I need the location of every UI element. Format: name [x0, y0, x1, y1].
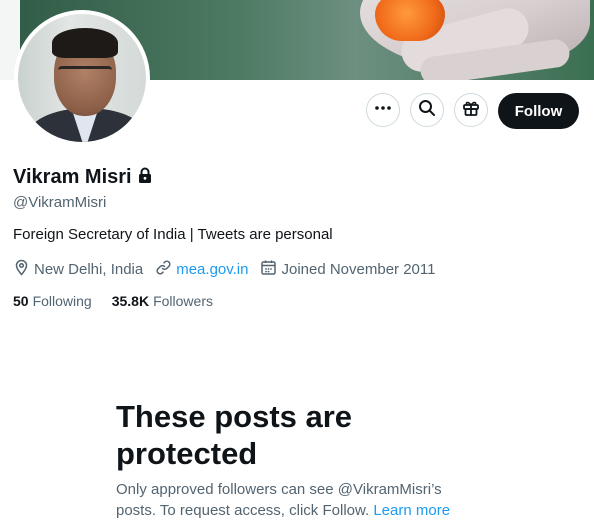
learn-more-link[interactable]: Learn more: [373, 502, 450, 519]
search-icon: [418, 99, 436, 122]
gift-icon: [462, 99, 480, 122]
follow-counts: 50 Following 35.8K Followers: [13, 293, 233, 309]
profile-meta: New Delhi, India mea.gov.in Joined Novem…: [13, 259, 447, 280]
protected-title: These posts are protected: [116, 399, 353, 471]
avatar-glasses: [58, 66, 112, 81]
avatar-hair: [52, 28, 118, 58]
more-icon: [374, 99, 392, 122]
location-text: New Delhi, India: [34, 261, 144, 278]
website-link[interactable]: mea.gov.in: [176, 261, 248, 278]
banner-fruit: [375, 0, 445, 41]
profile-name-row: Vikram Misri: [13, 166, 152, 189]
lock-icon: [138, 167, 152, 188]
location-item: New Delhi, India: [13, 259, 143, 280]
profile-bio: Foreign Secretary of India | Tweets are …: [13, 226, 333, 243]
link-icon: [155, 259, 176, 280]
calendar-icon: [260, 259, 281, 280]
search-button[interactable]: [410, 93, 444, 127]
followers-count: 35.8K: [111, 293, 150, 309]
location-icon: [13, 259, 34, 280]
joined-text: Joined November 2011: [281, 261, 436, 278]
profile-handle: @VikramMisri: [13, 194, 107, 211]
following-link[interactable]: 50 Following: [13, 293, 92, 309]
protected-message: Only approved followers can see @VikramM…: [116, 479, 476, 521]
following-count: 50: [13, 293, 29, 309]
gift-button[interactable]: [454, 93, 488, 127]
followers-label: Followers: [153, 293, 213, 309]
follow-button[interactable]: Follow: [498, 93, 579, 129]
following-label: Following: [32, 293, 92, 309]
website-item[interactable]: mea.gov.in: [155, 259, 248, 280]
profile-name: Vikram Misri: [13, 166, 132, 188]
more-button[interactable]: [366, 93, 400, 127]
avatar[interactable]: [14, 10, 150, 146]
joined-item: Joined November 2011: [260, 259, 435, 280]
followers-link[interactable]: 35.8K Followers: [112, 293, 213, 309]
